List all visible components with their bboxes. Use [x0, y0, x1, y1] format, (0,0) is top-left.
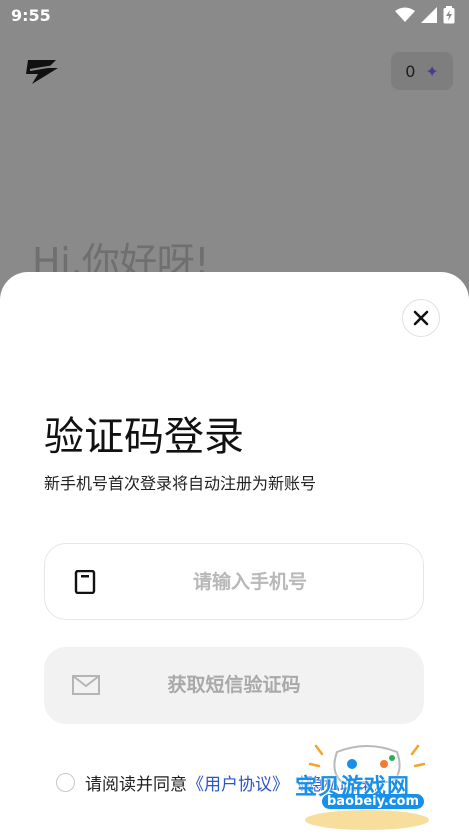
credits-badge[interactable]: 0 ✦	[391, 52, 453, 90]
get-code-label: 获取短信验证码	[167, 674, 301, 696]
status-time: 9:55	[11, 6, 51, 25]
watermark: 宝贝游戏网 baobeiy.com	[292, 742, 442, 832]
status-bar: 9:55	[0, 0, 469, 32]
agreement-prefix: 请阅读并同意	[85, 774, 187, 795]
user-agreement-link[interactable]: 《用户协议》	[187, 770, 289, 795]
wifi-icon	[395, 7, 415, 22]
signal-icon	[421, 7, 437, 23]
status-icons	[395, 6, 455, 24]
watermark-url: baobeiy.com	[322, 794, 424, 809]
page-subtitle: 新手机号首次登录将自动注册为新账号	[44, 474, 317, 493]
credits-count: 0	[405, 61, 416, 81]
mail-icon	[72, 675, 100, 695]
sparkle-icon: ✦	[425, 61, 439, 81]
page-title: 验证码登录	[44, 414, 244, 460]
app-logo-icon	[26, 60, 58, 84]
close-icon	[413, 310, 429, 326]
phone-field[interactable]	[44, 543, 424, 620]
battery-charging-icon	[443, 6, 455, 24]
close-button[interactable]	[402, 299, 440, 337]
phone-input[interactable]	[125, 544, 375, 619]
get-code-button[interactable]: 获取短信验证码	[44, 647, 424, 724]
phone-icon	[74, 570, 96, 594]
agreement-checkbox[interactable]	[56, 772, 75, 792]
